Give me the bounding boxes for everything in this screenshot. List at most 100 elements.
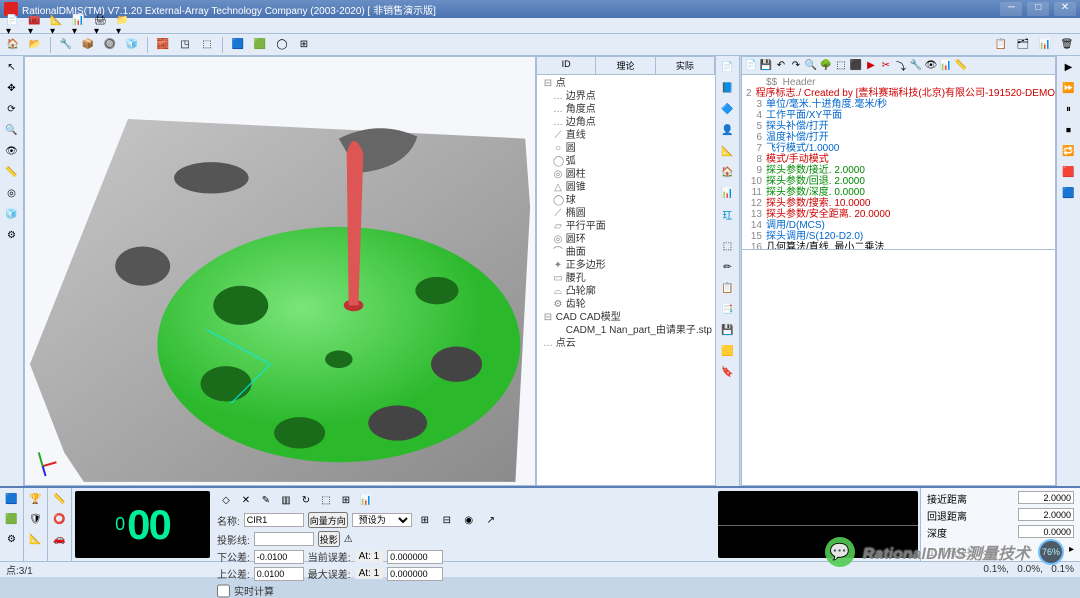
3d-viewport[interactable] [24, 56, 536, 486]
open-button[interactable]: 📂 [26, 36, 44, 54]
feature-icon[interactable]: 🏆 [27, 490, 45, 508]
feature-icon[interactable]: 🟦 [3, 490, 21, 508]
menu-icon[interactable]: 📊▾ [72, 19, 86, 33]
tree-node[interactable]: … 角度点 [539, 103, 713, 116]
name-input[interactable] [244, 513, 304, 527]
uptol-input[interactable] [254, 567, 304, 581]
cursor-tool-icon[interactable]: ↖ [3, 58, 21, 76]
tree-node[interactable]: ⟋ 椭圆 [539, 207, 713, 220]
tree-body[interactable]: ⊟ 点… 边界点… 角度点… 边角点⟋ 直线○ 圆◯ 弧◎ 圆柱△ 圆锥◯ 球⟋… [537, 75, 715, 485]
menu-icon[interactable]: 🧰▾ [28, 19, 42, 33]
small-icon[interactable]: 📊 [357, 491, 375, 509]
tree-node[interactable]: … 边角点 [539, 116, 713, 129]
small-icon[interactable]: ✕ [237, 491, 255, 509]
script-tool-icon[interactable]: 🔖 [719, 363, 737, 381]
tool-button[interactable]: 🟩 [251, 36, 269, 54]
tool-button[interactable]: 🔘 [101, 36, 119, 54]
script-tool-icon[interactable]: ✏ [719, 258, 737, 276]
menu-icon[interactable]: 📐▾ [50, 19, 64, 33]
maxerr-value[interactable] [387, 567, 443, 581]
panel-toggle-icon[interactable]: 📋 [992, 36, 1010, 54]
measure-tool-icon[interactable]: 📏 [3, 163, 21, 181]
tree-icon[interactable]: 🌳 [819, 59, 833, 73]
tool-icon[interactable]: 👁 [924, 59, 938, 73]
small-icon[interactable]: ⊟ [438, 511, 456, 529]
script-tool-icon[interactable]: 👤 [719, 121, 737, 139]
feature-icon[interactable]: 🛡 [27, 510, 45, 528]
tree-node[interactable]: ⟋ 直线 [539, 129, 713, 142]
tree-node[interactable]: ⊟ 点 [539, 77, 713, 90]
tool-icon[interactable]: 🔧 [909, 59, 923, 73]
tool-icon[interactable]: ⬛ [849, 59, 863, 73]
find-icon[interactable]: 🔍 [804, 59, 818, 73]
project-button[interactable]: 投影 [318, 531, 340, 547]
panel-toggle-icon[interactable]: 📊 [1036, 36, 1054, 54]
small-icon[interactable]: ⊞ [416, 511, 434, 529]
panel-toggle-icon[interactable]: 🗂 [1014, 36, 1032, 54]
tree-node[interactable]: ⌓ 凸轮廓 [539, 285, 713, 298]
rotate-tool-icon[interactable]: ⟳ [3, 100, 21, 118]
feature-icon[interactable]: 📐 [27, 530, 45, 548]
menu-icon[interactable]: 📁▾ [116, 19, 130, 33]
small-icon[interactable]: ◇ [217, 491, 235, 509]
stat-input[interactable] [1018, 508, 1074, 521]
tree-node[interactable]: CADM_1 Nan_part_由请果子.stp [539, 324, 713, 337]
small-icon[interactable]: ↻ [297, 491, 315, 509]
small-icon[interactable]: ◉ [460, 511, 478, 529]
tool-icon[interactable]: ⬚ [834, 59, 848, 73]
expand-icon[interactable]: ▸ [1069, 544, 1074, 559]
home-button[interactable]: 🏠 [4, 36, 22, 54]
direction-button[interactable]: 向量方向 [308, 512, 348, 528]
small-icon[interactable]: ⬚ [317, 491, 335, 509]
minimize-button[interactable]: ─ [1000, 2, 1022, 16]
tree-node[interactable]: ◎ 圆环 [539, 233, 713, 246]
script-tool-icon[interactable]: 💾 [719, 321, 737, 339]
tree-node[interactable]: ○ 圆 [539, 142, 713, 155]
tool-button[interactable]: ⊞ [295, 36, 313, 54]
right-tool-icon[interactable]: 🟥 [1060, 163, 1078, 181]
tool-button[interactable]: 🧊 [123, 36, 141, 54]
maximize-button[interactable]: □ [1027, 2, 1049, 16]
cut-icon[interactable]: ✂ [879, 59, 893, 73]
play-icon[interactable]: ▶ [864, 59, 878, 73]
script-tool-icon[interactable]: 🟨 [719, 342, 737, 360]
script-editor[interactable]: $$ Header2程序标志./ Created by [壹科赛瑞科技(北京)有… [742, 75, 1055, 250]
view-tool-icon[interactable]: 👁 [3, 142, 21, 160]
tree-node[interactable]: ✦ 正多边形 [539, 259, 713, 272]
script-tool-icon[interactable]: 📊 [719, 184, 737, 202]
script-tool-icon[interactable]: 🔷 [719, 100, 737, 118]
feature-icon[interactable]: 📏 [51, 490, 69, 508]
tree-node[interactable]: ⊟ CAD CAD模型 [539, 311, 713, 324]
pan-tool-icon[interactable]: ✥ [3, 79, 21, 97]
close-button[interactable]: ✕ [1054, 2, 1076, 16]
script-tool-icon[interactable]: ⬚ [719, 237, 737, 255]
tool-button[interactable]: ◯ [273, 36, 291, 54]
preset-select[interactable]: 预设为 [352, 513, 412, 527]
tree-node[interactable]: ◯ 弧 [539, 155, 713, 168]
feature-icon[interactable]: ⭕ [51, 510, 69, 528]
tool-button[interactable]: 📦 [79, 36, 97, 54]
small-icon[interactable]: ↗ [482, 511, 500, 529]
feature-icon[interactable]: 🚗 [51, 530, 69, 548]
menu-icon[interactable]: 🖨▾ [94, 19, 108, 33]
script-tool-icon[interactable]: 📑 [719, 300, 737, 318]
script-tool-icon[interactable]: 📄 [719, 58, 737, 76]
feature-icon[interactable]: 🟩 [3, 510, 21, 528]
lowtol-input[interactable] [254, 550, 304, 564]
tree-node[interactable]: ⌒ 曲面 [539, 246, 713, 259]
zoom-tool-icon[interactable]: 🔍 [3, 121, 21, 139]
projline-input[interactable] [254, 532, 314, 546]
right-tool-icon[interactable]: 🟦 [1060, 184, 1078, 202]
tree-node[interactable]: △ 圆锥 [539, 181, 713, 194]
tool-button[interactable]: 🧱 [154, 36, 172, 54]
right-tool-icon[interactable]: ⏩ [1060, 79, 1078, 97]
right-tool-icon[interactable]: ⏸ [1060, 100, 1078, 118]
tree-node[interactable]: ◎ 圆柱 [539, 168, 713, 181]
right-tool-icon[interactable]: ▶ [1060, 58, 1078, 76]
script-tool-icon[interactable]: 玒 [719, 205, 737, 223]
feature-tool-icon[interactable]: ◎ [3, 184, 21, 202]
tree-node[interactable]: … 边界点 [539, 90, 713, 103]
redo-icon[interactable]: ↷ [789, 59, 803, 73]
save-icon[interactable]: 💾 [759, 59, 773, 73]
curerr-value[interactable] [387, 550, 443, 564]
